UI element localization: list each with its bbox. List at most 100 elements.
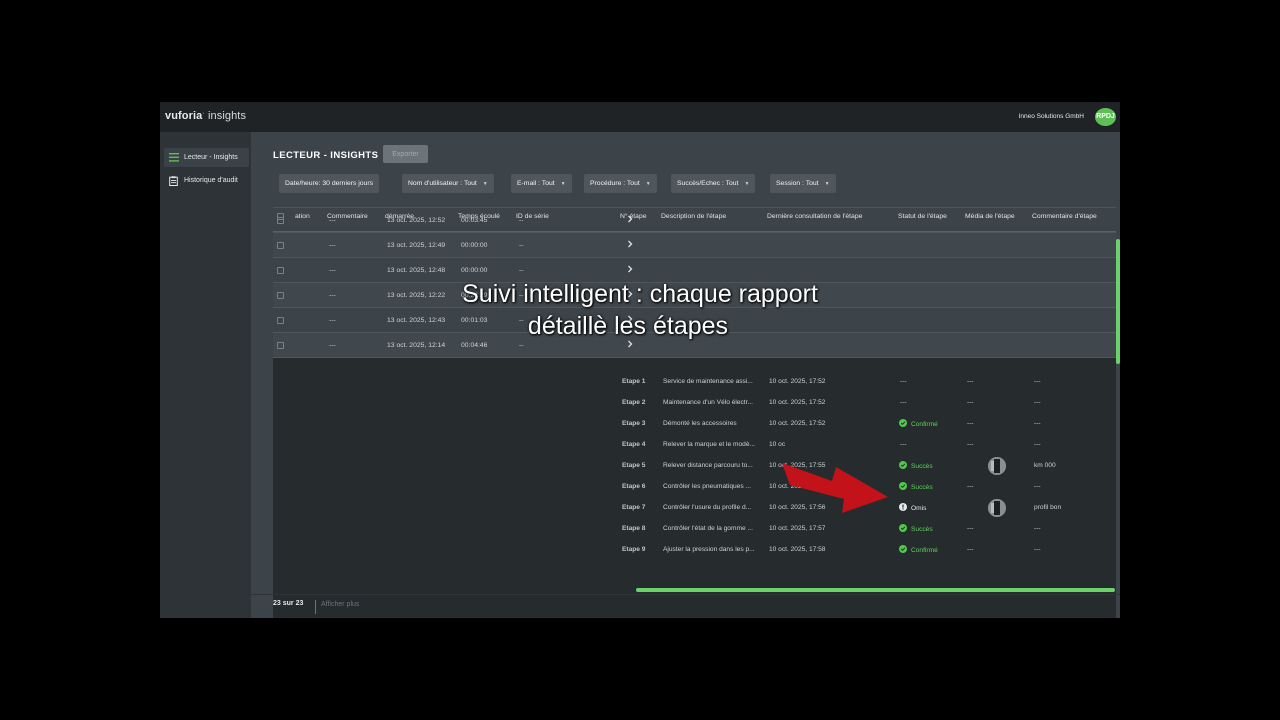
chevron-down-icon: ▼ bbox=[824, 180, 830, 187]
top-bar: vuforia· insights Inneo Solutions GmbH R… bbox=[160, 102, 1120, 132]
step-number: Etape 4 bbox=[622, 441, 646, 448]
user-avatar[interactable]: RPDJ bbox=[1095, 108, 1116, 126]
filter-username[interactable]: Nom d'utilisateur : Tout ▼ bbox=[402, 174, 494, 193]
check-circle-icon bbox=[899, 545, 907, 553]
step-comment: --- bbox=[1034, 546, 1041, 553]
check-circle-icon bbox=[899, 524, 907, 532]
check-circle-icon bbox=[899, 419, 907, 427]
sidebar-item-label: Lecteur - Insights bbox=[184, 154, 238, 161]
sidebar-item-historique-audit[interactable]: Historique d'audit bbox=[164, 171, 249, 190]
horizontal-scrollbar[interactable] bbox=[636, 588, 1115, 592]
row-checkbox[interactable] bbox=[277, 267, 284, 274]
step-comment: --- bbox=[1034, 483, 1041, 490]
org-name: Inneo Solutions GmbH bbox=[1018, 113, 1084, 120]
step-number: Etape 9 bbox=[622, 546, 646, 553]
step-description: Service de maintenance assi... bbox=[663, 378, 753, 385]
filter-success-fail[interactable]: Succès/Echec : Tout ▼ bbox=[671, 174, 756, 193]
serial-cell: -- bbox=[519, 267, 524, 274]
chevron-down-icon: ▼ bbox=[560, 180, 566, 187]
step-description: Ajuster la pression dans les p... bbox=[663, 546, 755, 553]
chevron-down-icon: ▼ bbox=[744, 180, 750, 187]
step-number: Etape 6 bbox=[622, 483, 646, 490]
serial-cell: -- bbox=[519, 242, 524, 249]
step-comment: km 000 bbox=[1034, 462, 1056, 469]
step-status: --- bbox=[900, 441, 907, 448]
step-number: Etape 2 bbox=[622, 399, 646, 406]
step-description: Contrôler l'usure du profile d... bbox=[663, 504, 752, 511]
step-comment: --- bbox=[1034, 525, 1041, 532]
step-last-viewed: 10 oc bbox=[769, 441, 786, 448]
step-media: --- bbox=[967, 546, 974, 553]
step-status: --- bbox=[900, 399, 907, 406]
step-status: Confirmé bbox=[899, 419, 938, 428]
sidebar-item-lecteur-insights[interactable]: Lecteur - Insights bbox=[164, 148, 249, 167]
step-row[interactable]: Etape 2 Maintenance d'un Vélo électr... 10… bbox=[273, 393, 1116, 414]
step-status: Succès bbox=[899, 482, 933, 491]
step-comment: --- bbox=[1034, 441, 1041, 448]
step-last-viewed: 10 oct. 2025, 17:57 bbox=[769, 525, 826, 532]
step-row[interactable]: Etape 7 Contrôler l'usure du profile d...… bbox=[273, 498, 1116, 519]
step-number: Etape 8 bbox=[622, 525, 646, 532]
step-status: Succès bbox=[899, 461, 933, 470]
started-cell: 13 oct. 2025, 12:14 bbox=[387, 342, 446, 349]
info-circle-icon bbox=[899, 503, 907, 511]
chevron-down-icon: ▼ bbox=[645, 180, 651, 187]
step-media: --- bbox=[967, 378, 974, 385]
row-checkbox[interactable] bbox=[277, 342, 284, 349]
caption-line-2: détaillè les étapes bbox=[527, 312, 729, 340]
started-cell: 13 oct. 2025, 12:49 bbox=[387, 242, 446, 249]
row-checkbox[interactable] bbox=[277, 217, 284, 224]
comment-cell: --- bbox=[329, 342, 336, 349]
step-description: Démonté les accessoires bbox=[663, 420, 737, 427]
serial-cell: -- bbox=[519, 217, 524, 224]
step-row[interactable]: Etape 9 Ajuster la pression dans les p...… bbox=[273, 540, 1116, 561]
step-description: Relever distance parcouru to... bbox=[663, 462, 753, 469]
step-description: Relever la marque et le modè... bbox=[663, 441, 755, 448]
step-number: Etape 5 bbox=[622, 462, 646, 469]
filter-email[interactable]: E-mail : Tout ▼ bbox=[511, 174, 572, 193]
red-arrow-annotation bbox=[782, 463, 888, 513]
elapsed-cell: 00:00:00 bbox=[461, 267, 488, 274]
step-description: Contrôler l'état de la gomme ... bbox=[663, 525, 753, 532]
step-row[interactable]: Etape 6 Contrôler les pneumatiques ... 10 … bbox=[273, 477, 1116, 498]
step-row[interactable]: Etape 5 Relever distance parcouru to... 10… bbox=[273, 456, 1116, 477]
row-checkbox[interactable] bbox=[277, 242, 284, 249]
comment-cell: --- bbox=[329, 242, 336, 249]
step-media-thumbnail[interactable] bbox=[988, 499, 1006, 517]
page-title: LECTEUR - INSIGHTS bbox=[273, 150, 379, 161]
step-media: --- bbox=[967, 483, 974, 490]
caption-line-1: Suivi intelligent : chaque rapport bbox=[462, 280, 818, 308]
step-media-thumbnail[interactable] bbox=[988, 457, 1006, 475]
chevron-right-icon[interactable] bbox=[625, 264, 635, 274]
chevron-right-icon[interactable] bbox=[625, 239, 635, 249]
filter-session[interactable]: Session : Tout ▼ bbox=[770, 174, 836, 193]
filter-date[interactable]: Date/heure: 30 derniers jours bbox=[279, 174, 380, 193]
check-circle-icon bbox=[899, 482, 907, 490]
pagination-count: 23 sur 23 bbox=[273, 600, 304, 607]
export-button[interactable]: Exporter bbox=[383, 145, 428, 163]
step-comment: profil bon bbox=[1034, 504, 1062, 511]
step-row[interactable]: Etape 8 Contrôler l'état de la gomme ... 1… bbox=[273, 519, 1116, 540]
step-status: Confirmé bbox=[899, 545, 938, 554]
chevron-right-icon[interactable] bbox=[625, 214, 635, 224]
step-media: --- bbox=[967, 525, 974, 532]
started-cell: 13 oct. 2025, 12:48 bbox=[387, 267, 446, 274]
step-number: Etape 7 bbox=[622, 504, 646, 511]
elapsed-cell: 00:03:45 bbox=[461, 217, 488, 224]
step-row[interactable]: Etape 3 Démonté les accessoires 10 oct. 20… bbox=[273, 414, 1116, 435]
step-comment: --- bbox=[1034, 399, 1041, 406]
step-row[interactable]: Etape 1 Service de maintenance assi... 10 … bbox=[273, 372, 1116, 393]
step-description: Contrôler les pneumatiques ... bbox=[663, 483, 751, 490]
comment-cell: --- bbox=[329, 267, 336, 274]
step-comment: --- bbox=[1034, 420, 1041, 427]
app-logo[interactable]: vuforia· insights bbox=[165, 110, 246, 122]
step-row[interactable]: Etape 4 Relever la marque et le modè... 10… bbox=[273, 435, 1116, 456]
table-row[interactable]: --- 13 oct. 2025, 12:52 00:03:45 -- bbox=[273, 207, 1116, 232]
filter-procedure[interactable]: Procédure : Tout ▼ bbox=[584, 174, 657, 193]
step-comment: --- bbox=[1034, 378, 1041, 385]
show-more-button[interactable]: Afficher plus bbox=[315, 600, 359, 614]
chevron-down-icon: ▼ bbox=[482, 180, 488, 187]
sidebar-item-label: Historique d'audit bbox=[184, 177, 238, 184]
step-status: --- bbox=[900, 378, 907, 385]
table-row[interactable]: --- 13 oct. 2025, 12:49 00:00:00 -- bbox=[273, 232, 1116, 257]
